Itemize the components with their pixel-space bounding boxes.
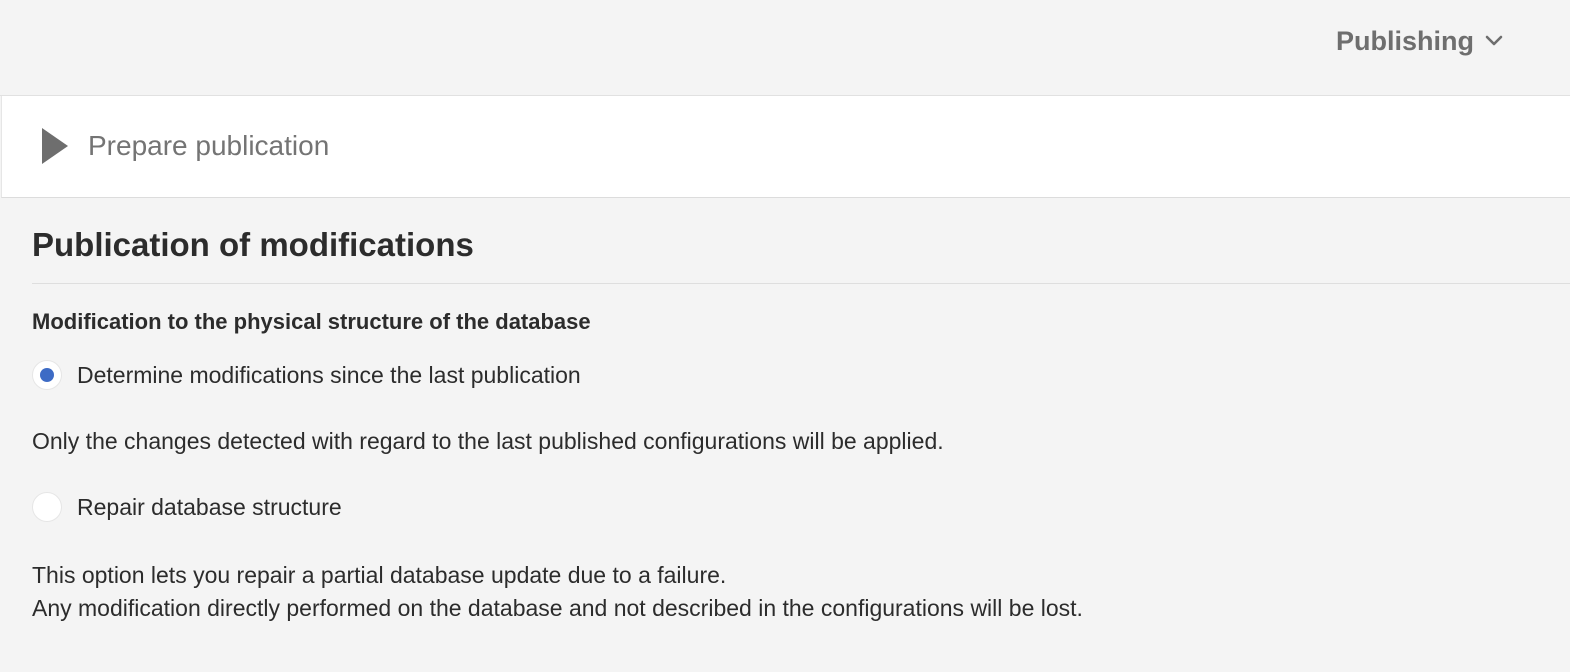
option-group-heading: Modification to the physical structure o… — [32, 309, 591, 334]
action-bar: Prepare publication — [1, 96, 1570, 198]
radio-determine-modifications[interactable]: Determine modifications since the last p… — [32, 360, 581, 390]
radio-button-unselected[interactable] — [32, 492, 62, 522]
radio-dot — [40, 368, 54, 382]
prepare-publication-label: Prepare publication — [88, 130, 330, 161]
repair-database-description: This option lets you repair a partial da… — [32, 559, 1083, 625]
repair-description-line-1: This option lets you repair a partial da… — [32, 562, 727, 588]
radio-label-determine-modifications: Determine modifications since the last p… — [77, 361, 581, 388]
determine-modifications-description: Only the changes detected with regard to… — [32, 428, 944, 454]
chevron-down-icon — [1485, 35, 1503, 46]
top-bar: Publishing — [0, 0, 1570, 96]
publishing-menu-label: Publishing — [1336, 25, 1474, 56]
radio-repair-database[interactable]: Repair database structure — [32, 492, 342, 522]
prepare-publication-button[interactable]: Prepare publication — [40, 124, 329, 168]
play-icon — [42, 128, 68, 164]
publishing-menu-button[interactable]: Publishing — [1336, 22, 1504, 60]
section-divider — [32, 283, 1570, 284]
radio-button-selected[interactable] — [32, 360, 62, 390]
radio-label-repair-database: Repair database structure — [77, 493, 342, 520]
repair-description-line-2: Any modification directly performed on t… — [32, 595, 1083, 621]
publication-panel: Publication of modifications Modificatio… — [0, 198, 1570, 672]
page-title: Publication of modifications — [32, 226, 474, 263]
